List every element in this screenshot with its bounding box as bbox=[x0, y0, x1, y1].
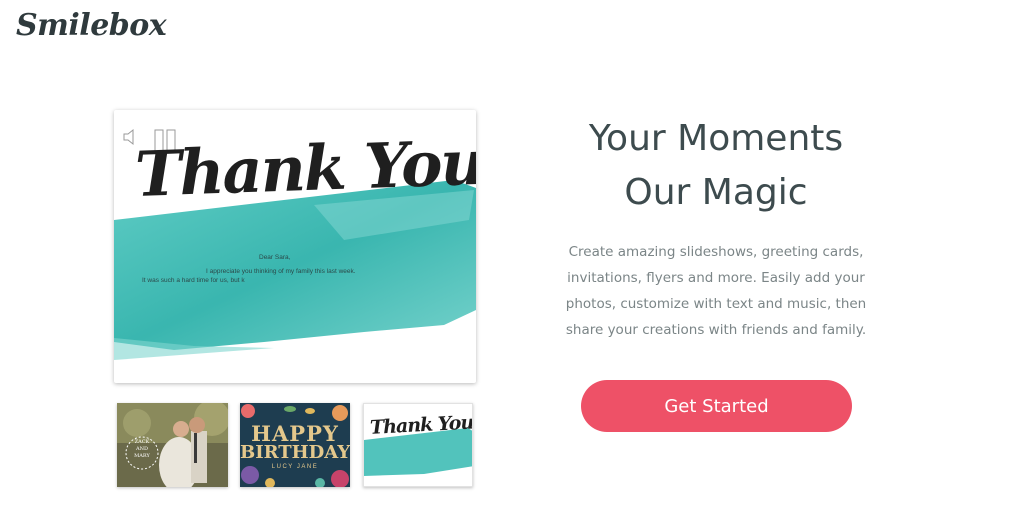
card-message-line: I appreciate you thinking of my family t… bbox=[206, 268, 356, 275]
thumbnail-thank-you[interactable]: Thank You! bbox=[363, 403, 473, 487]
smilebox-logo[interactable]: Smilebox bbox=[16, 8, 167, 43]
thumbnail-birthday[interactable]: HAPPY BIRTHDAY LUCY JANE bbox=[240, 403, 350, 487]
hero-title: Your Moments Our Magic bbox=[556, 112, 876, 220]
card-greeting: Dear Sara, bbox=[259, 254, 291, 261]
card-message-line: It was such a hard time for us, but k bbox=[142, 277, 245, 284]
card-preview[interactable]: Thank You! Dear Sara, I appreciate you t… bbox=[114, 110, 476, 383]
hero-description: Create amazing slideshows, greeting card… bbox=[546, 239, 886, 343]
birthday-name: LUCY JANE bbox=[271, 464, 319, 470]
get-started-button[interactable]: Get Started bbox=[581, 380, 852, 432]
thumbnail-wedding[interactable]: ZACK AND MARY bbox=[117, 403, 228, 487]
hero-description-line: Create amazing slideshows, greeting card… bbox=[568, 244, 864, 260]
hero-title-line: Our Magic bbox=[624, 172, 808, 213]
landing-page: Smilebox Thank You! Dear Sara, I appreci… bbox=[0, 0, 1024, 522]
birthday-line2: BIRTHDAY bbox=[240, 442, 350, 463]
hero-title-line: Your Moments bbox=[588, 118, 844, 159]
card-title: Thank You! bbox=[134, 124, 476, 211]
wedding-names: ZACK AND MARY bbox=[134, 439, 150, 459]
hero-description-line: photos, customize with text and music, t… bbox=[565, 296, 867, 312]
hero-description-line: share your creations with friends and fa… bbox=[565, 322, 867, 338]
hero-description-line: invitations, flyers and more. Easily add… bbox=[567, 270, 865, 286]
